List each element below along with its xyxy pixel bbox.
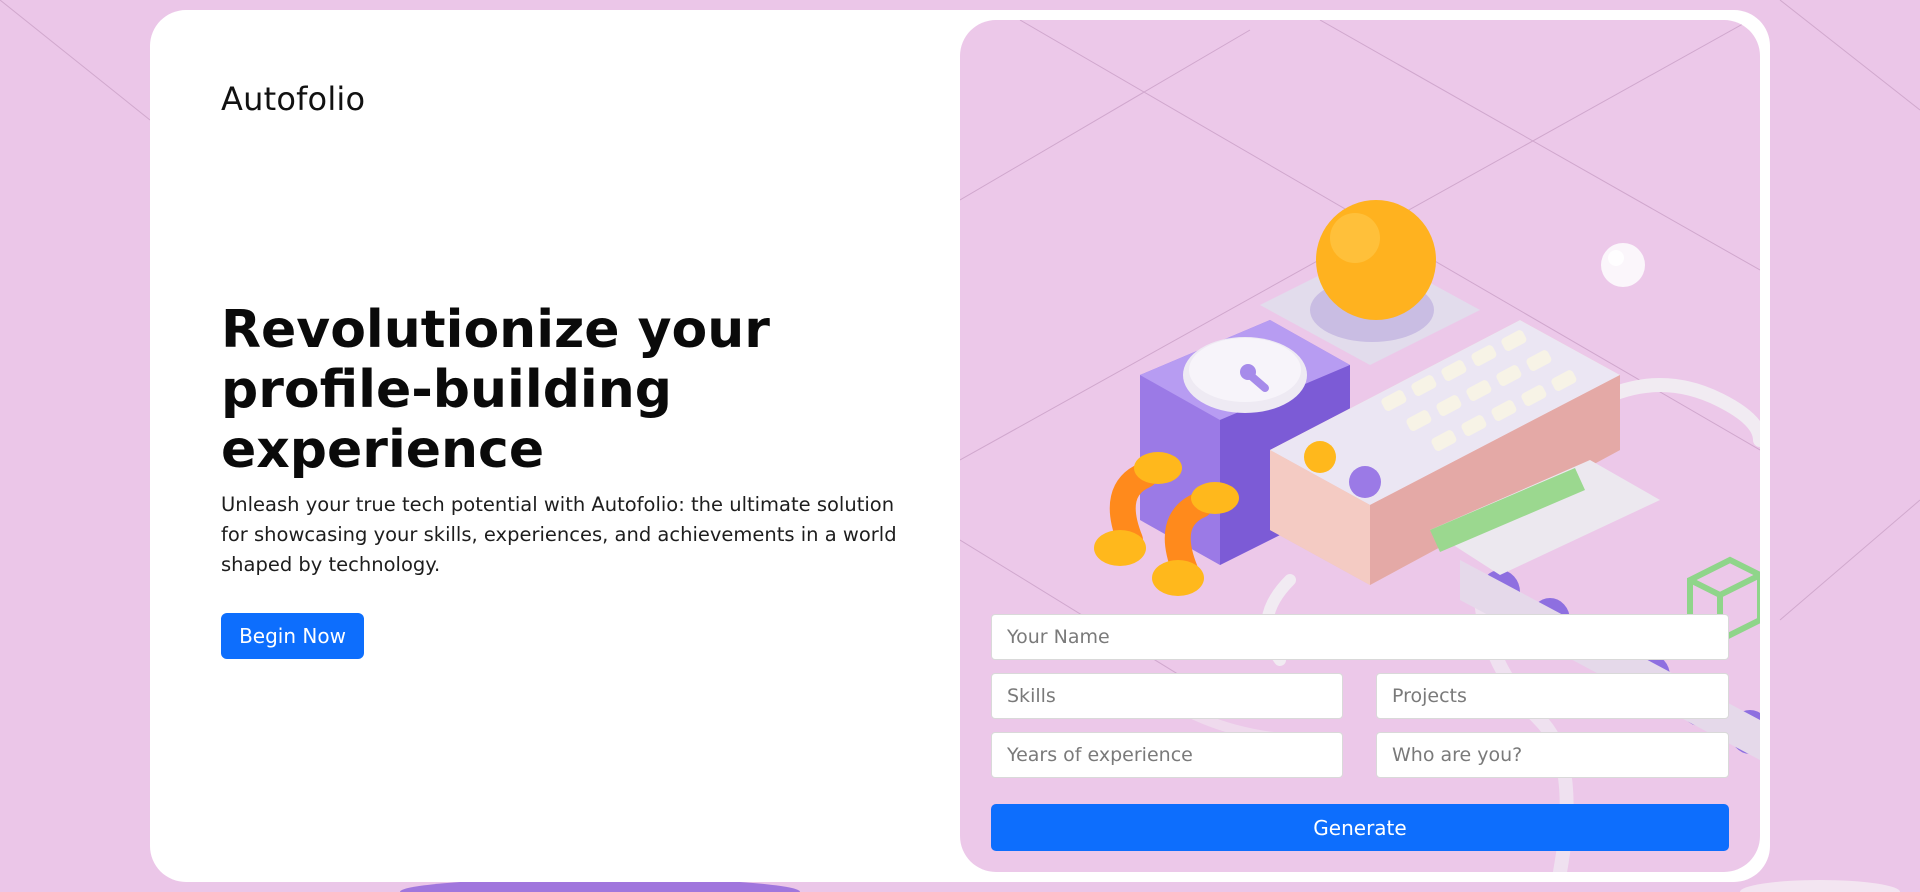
- projects-input[interactable]: [1376, 673, 1729, 719]
- brand-logo[interactable]: Autofolio: [221, 80, 365, 118]
- generate-button[interactable]: Generate: [991, 804, 1729, 851]
- hero-title: Revolutionize your profile-building expe…: [221, 300, 770, 480]
- begin-now-button[interactable]: Begin Now: [221, 613, 364, 659]
- skills-input[interactable]: [991, 673, 1343, 719]
- years-of-experience-input[interactable]: [991, 732, 1343, 778]
- who-are-you-input[interactable]: [1376, 732, 1729, 778]
- name-input[interactable]: [991, 614, 1729, 660]
- hero-subtitle: Unleash your true tech potential with Au…: [221, 493, 897, 576]
- main-card: Autofolio Revolutionize your profile-bui…: [150, 10, 1770, 882]
- generator-panel: Generate: [960, 20, 1760, 872]
